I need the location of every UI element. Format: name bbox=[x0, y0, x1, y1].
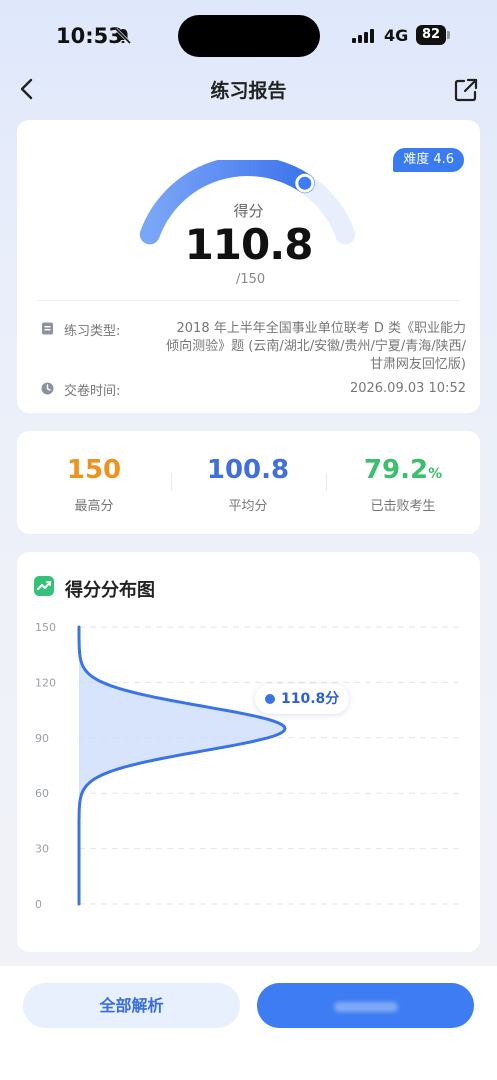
primary-action-button[interactable] bbox=[257, 983, 474, 1028]
stat-beat-label: 已击败考生 bbox=[370, 499, 436, 514]
distribution-chart: 150 120 90 60 30 0 bbox=[35, 621, 463, 911]
cellular-signal-icon bbox=[352, 29, 374, 43]
score-marker-callout: 110.8分 bbox=[255, 684, 350, 714]
stat-beat-number: 79.2 bbox=[363, 455, 429, 485]
submit-time-label: 交卷时间: bbox=[64, 384, 121, 399]
score-value: 110.8 bbox=[184, 220, 314, 269]
dynamic-island bbox=[178, 15, 320, 57]
bell-muted-icon bbox=[114, 27, 132, 45]
stats-card: 150 最高分 100.8 平均分 79.2% 已击败考生 bbox=[17, 431, 480, 534]
score-total: /150 bbox=[236, 272, 266, 287]
stat-max: 150 最高分 bbox=[17, 431, 171, 534]
stat-beat-value: 79.2% bbox=[326, 455, 480, 485]
distribution-chart-card: 得分分布图 150 120 90 60 30 0 110.8分 bbox=[17, 552, 480, 952]
score-marker-label: 110.8分 bbox=[281, 691, 340, 707]
score-label: 得分 bbox=[233, 202, 264, 220]
view-all-analysis-button[interactable]: 全部解析 bbox=[23, 983, 240, 1028]
share-icon[interactable] bbox=[452, 76, 480, 104]
difficulty-badge: 难度 4.6 bbox=[393, 148, 464, 172]
page-title: 练习报告 bbox=[210, 80, 287, 102]
document-icon bbox=[42, 322, 53, 335]
y-tick-label: 120 bbox=[35, 676, 56, 689]
submit-time-value: 2026.09.03 10:52 bbox=[349, 381, 466, 396]
clock-icon bbox=[41, 382, 54, 395]
y-tick-label: 0 bbox=[35, 898, 42, 911]
blurred-label bbox=[333, 1001, 398, 1012]
status-time: 10:53 bbox=[56, 24, 123, 48]
y-tick-label: 30 bbox=[35, 843, 49, 856]
practice-type-label: 练习类型: bbox=[64, 324, 121, 339]
status-bar: 10:53 4G 82 bbox=[0, 0, 497, 72]
nav-bar: 练习报告 bbox=[0, 72, 497, 106]
practice-type-row: 练习类型: 2018 年上半年全国事业单位联考 D 类《职业能力倾向测验》题 (… bbox=[41, 320, 466, 376]
stat-max-label: 最高分 bbox=[74, 499, 114, 514]
stat-beat: 79.2% 已击败考生 bbox=[326, 431, 480, 534]
y-tick-label: 60 bbox=[35, 787, 49, 800]
bottom-action-bar: 全部解析 bbox=[0, 966, 497, 1080]
network-type: 4G bbox=[384, 26, 409, 45]
y-tick-label: 90 bbox=[35, 732, 49, 745]
stat-avg-value: 100.8 bbox=[206, 455, 290, 485]
stat-beat-unit: % bbox=[428, 466, 443, 482]
chart-trend-icon bbox=[34, 576, 54, 596]
score-marker-dot bbox=[265, 694, 275, 704]
battery-tip bbox=[447, 31, 450, 39]
submit-time-row: 交卷时间: 2026.09.03 10:52 bbox=[41, 380, 466, 400]
battery-icon: 82 bbox=[416, 25, 446, 45]
divider bbox=[37, 300, 460, 301]
stat-avg: 100.8 平均分 bbox=[171, 431, 325, 534]
practice-type-value: 2018 年上半年全国事业单位联考 D 类《职业能力倾向测验》题 (云南/湖北/… bbox=[166, 321, 466, 372]
y-tick-label: 150 bbox=[35, 621, 56, 634]
gauge-knob bbox=[295, 173, 315, 193]
stat-avg-label: 平均分 bbox=[228, 499, 268, 514]
distribution-area bbox=[79, 627, 285, 904]
score-card: 难度 4.6 得分 110.8 /150 练习类型: 2018 年上半年全国事业… bbox=[17, 120, 480, 413]
stat-max-value: 150 bbox=[66, 455, 122, 485]
chart-title: 得分分布图 bbox=[65, 580, 155, 601]
